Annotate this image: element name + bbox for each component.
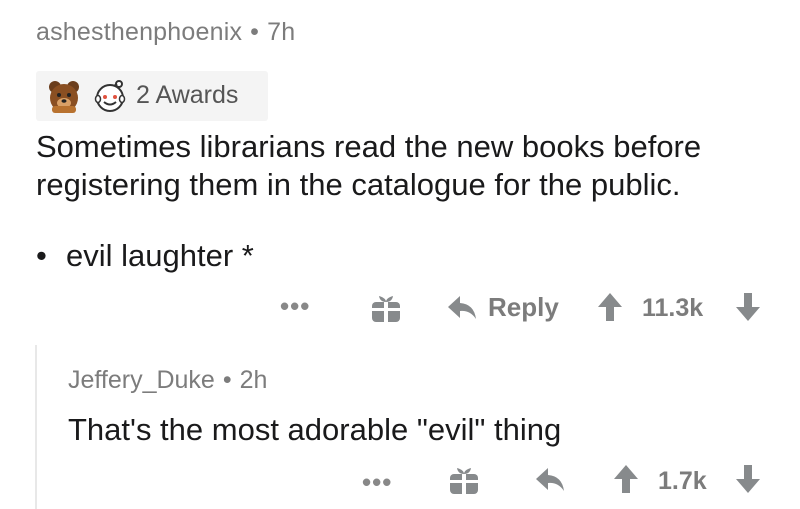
reply-label: Reply (488, 292, 559, 322)
more-options-button[interactable]: ••• (362, 467, 392, 498)
gift-icon (448, 466, 480, 496)
gift-award-button[interactable] (448, 466, 480, 496)
comment-age: 7h (267, 18, 296, 46)
more-options-button[interactable]: ••• (280, 291, 310, 322)
gift-award-button[interactable] (370, 294, 402, 324)
awards-count-label: 2 Awards (136, 81, 239, 109)
downvote-button[interactable] (734, 291, 762, 323)
gift-icon (370, 294, 402, 324)
bullet-mark: • (36, 238, 47, 273)
meta-separator: • (222, 366, 232, 394)
reply-body: That's the most adorable "evil" thing (68, 412, 562, 447)
downvote-button[interactable] (734, 463, 762, 495)
reply-header: Jeffery_Duke • 2h (68, 366, 267, 395)
reply-score: 1.7k (658, 467, 707, 495)
reply-arrow-icon (446, 293, 478, 323)
upvote-button[interactable] (612, 463, 640, 495)
upvote-arrow-icon (612, 463, 640, 495)
comment-body: Sometimes librarians read the new books … (36, 129, 702, 202)
comment-bullet-item: • evil laughter * (36, 238, 254, 274)
reply-age: 2h (239, 366, 268, 394)
meta-separator: • (250, 18, 260, 46)
downvote-arrow-icon (734, 463, 762, 495)
comment-score: 11.3k (642, 294, 704, 322)
awards-pill[interactable]: 2 Awards (36, 71, 268, 121)
reply-username[interactable]: Jeffery_Duke (68, 366, 215, 394)
bear-award-icon (46, 78, 82, 114)
upvote-arrow-icon (596, 291, 624, 323)
comment-username[interactable]: ashesthenphoenix (36, 18, 242, 46)
bullet-text: evil laughter * (66, 238, 254, 273)
wholesome-award-icon (92, 78, 128, 114)
upvote-button[interactable] (596, 291, 624, 323)
reply-arrow-icon (534, 465, 566, 495)
reply-button[interactable]: Reply (446, 292, 559, 323)
reply-button[interactable] (534, 465, 566, 495)
thread-line[interactable] (35, 345, 37, 509)
comment-header: ashesthenphoenix • 7h (36, 18, 295, 47)
downvote-arrow-icon (734, 291, 762, 323)
